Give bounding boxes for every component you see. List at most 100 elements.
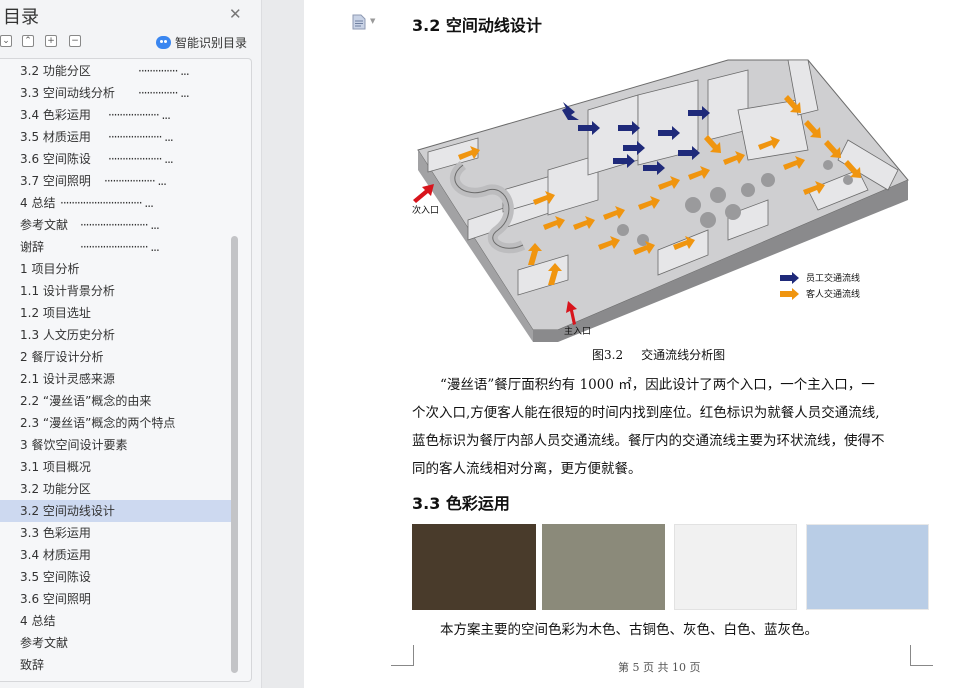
section-heading-3-3: 3.3 色彩运用 [412,494,510,513]
toc-item[interactable]: 参考文献 ························ ... [0,214,232,236]
toc-leader-dots: ························ ... [80,218,160,232]
toc-item-label: 3 餐饮空间设计要素 [20,438,128,452]
smart-toc-button[interactable]: 智能识别目录 [156,34,247,51]
figure-caption: 图3.2 交通流线分析图 [592,346,743,363]
smart-toc-label: 智能识别目录 [175,36,248,50]
toc-scrollbar-thumb[interactable] [231,236,238,673]
toc-item[interactable]: 1.2 项目选址 [0,302,232,324]
toc-item-label: 致辞 [20,658,45,672]
toc-item-label: 3.6 空间陈设 [20,152,91,166]
toc-item[interactable]: 参考文献 [0,632,232,654]
color-swatch-blue-grey [806,524,929,610]
toc-item[interactable]: 3.7 空间照明 ·················· ... [0,170,232,192]
secondary-entrance-label: 次入口 [412,204,439,216]
toc-item[interactable]: 3.4 色彩运用 ·················· ... [0,104,232,126]
toc-item-label: 3.5 材质运用 [20,130,91,144]
toc-item[interactable]: 3.2 功能分区 [0,478,232,500]
robot-icon [156,36,171,49]
toc-item[interactable]: 2.3 “漫丝语”概念的两个特点 [0,412,232,434]
toc-item[interactable]: 3.3 色彩运用 [0,522,232,544]
toc-item-label: 1.3 人文历史分析 [20,328,115,342]
toc-item-label: 3.1 项目概况 [20,460,91,474]
toc-item-label: 1.1 设计背景分析 [20,284,115,298]
toc-item-label: 3.3 色彩运用 [20,526,91,540]
sidebar-title: 目录 [3,7,39,28]
toc-item-label: 参考文献 [20,636,69,650]
toc-item[interactable]: 3.5 材质运用 ··················· ... [0,126,232,148]
toc-item-label: 1.2 项目选址 [20,306,91,320]
toc-item-label: 4 总结 [20,614,56,628]
page-corner-mark-left [391,645,414,666]
toc-item[interactable]: 致辞 [0,654,232,676]
toc-item-label: 参考文献 [20,218,69,232]
toc-leader-dots: ··················· ... [108,152,174,166]
section-heading-3-2: 3.2 空间动线设计 [412,16,542,35]
toc-item[interactable]: 3.5 空间陈设 [0,566,232,588]
toc-item[interactable]: 1.1 设计背景分析 [0,280,232,302]
toc-item[interactable]: 3.2 功能分区 ·············· ... [0,60,232,82]
toc-item-label: 3.2 功能分区 [20,64,91,78]
toc-item-label: 2.3 “漫丝语”概念的两个特点 [20,416,176,430]
circulation-analysis-figure: 次入口 主入口 员工交通流线 客人交通流线 [412,59,909,342]
legend-guest-arrow [780,288,799,300]
toc-item-label: 3.7 空间照明 [20,174,91,188]
toc-item[interactable]: 2 餐厅设计分析 [0,346,232,368]
toc-item-label: 3.5 空间陈设 [20,570,91,584]
toc-leader-dots: ·················· ... [108,108,171,122]
add-heading-icon[interactable]: + [45,35,57,47]
toc-item[interactable]: 2.1 设计灵感来源 [0,368,232,390]
toc-item-label: 谢辞 [20,240,45,254]
caption-text: 交通流线分析图 [641,348,726,362]
toc-leader-dots: ····························· ... [60,196,154,210]
document-icon[interactable] [352,14,366,30]
legend-staff-arrow [780,272,799,284]
toc-item-label: 3.4 色彩运用 [20,108,91,122]
page-corner-mark-right [910,645,933,666]
color-swatch-wood [412,524,536,610]
toc-item-label: 3.2 功能分区 [20,482,91,496]
paragraph-line: “漫丝语”餐厅面积约有 1000 ㎡，因此设计了两个入口，一个主入口，一 [440,377,875,393]
paragraph-line: 个次入口,方便客人能在很短的时间内找到座位。红色标识为就餐人员交通流线, [412,405,880,421]
toc-item-label: 3.4 材质运用 [20,548,91,562]
legend-staff-label: 员工交通流线 [806,272,860,284]
toc-item[interactable]: 3.6 空间照明 [0,588,232,610]
toc-item[interactable]: 4 总结 [0,610,232,632]
remove-heading-icon[interactable]: − [69,35,81,47]
color-paragraph: 本方案主要的空间色彩为木色、古铜色、灰色、白色、蓝灰色。 [440,622,818,638]
collapse-all-icon[interactable]: ⌄ [0,35,12,47]
toc-leader-dots: ·················· ... [104,174,167,188]
toc-item[interactable]: 1.3 人文历史分析 [0,324,232,346]
toc-leader-dots: ·············· ... [138,86,190,100]
toc-item-label: 2.2 “漫丝语”概念的由来 [20,394,152,408]
toc-item[interactable]: 1 项目分析 [0,258,232,280]
toc-item-label: 2 餐厅设计分析 [20,350,104,364]
toc-item-label: 3.3 空间动线分析 [20,86,115,100]
toc-item[interactable]: 谢辞 ························ ... [0,236,232,258]
color-swatch-bronze [542,524,665,610]
toc-item[interactable]: 3.2 空间动线设计 [0,500,232,522]
toc-item[interactable]: 3 餐饮空间设计要素 [0,434,232,456]
toc-item-label: 3.6 空间照明 [20,592,91,606]
toc-item-label: 3.2 空间动线设计 [20,504,115,518]
toc-item[interactable]: 3.3 空间动线分析 ·············· ... [0,82,232,104]
toc-item[interactable]: 3.4 材质运用 [0,544,232,566]
toc-item-label: 2.1 设计灵感来源 [20,372,115,386]
toc-panel: 3.2 功能分区 ·············· ... 3.3 空间动线分析 ····… [0,58,252,682]
toc-leader-dots: ··················· ... [108,130,174,144]
toc-leader-dots: ························ ... [80,240,160,254]
paragraph-line: 蓝色标识为餐厅内部人员交通流线。餐厅内的交通流线主要为环状流线，使得不 [412,433,885,449]
expand-up-icon[interactable]: ⌃ [22,35,34,47]
chevron-down-icon[interactable]: ▼ [370,17,375,25]
caption-number: 图3.2 [592,348,624,362]
toc-sidebar: 目录 ✕ ⌄ ⌃ + − 智能识别目录 3.2 功能分区 ············… [0,0,262,688]
toc-item[interactable]: 3.1 项目概况 [0,456,232,478]
toc-item[interactable]: 3.6 空间陈设 ··················· ... [0,148,232,170]
toc-item[interactable]: 2.2 “漫丝语”概念的由来 [0,390,232,412]
page-footer: 第 5 页 共 10 页 [618,661,701,674]
toc-item-label: 4 总结 [20,196,56,210]
paragraph-line: 同的客人流线相对分离，更方便就餐。 [412,461,642,477]
legend-guest-label: 客人交通流线 [806,288,860,300]
toc-item[interactable]: 4 总结 ····························· ... [0,192,232,214]
main-entrance-label: 主入口 [564,325,591,337]
close-icon[interactable]: ✕ [229,5,242,23]
